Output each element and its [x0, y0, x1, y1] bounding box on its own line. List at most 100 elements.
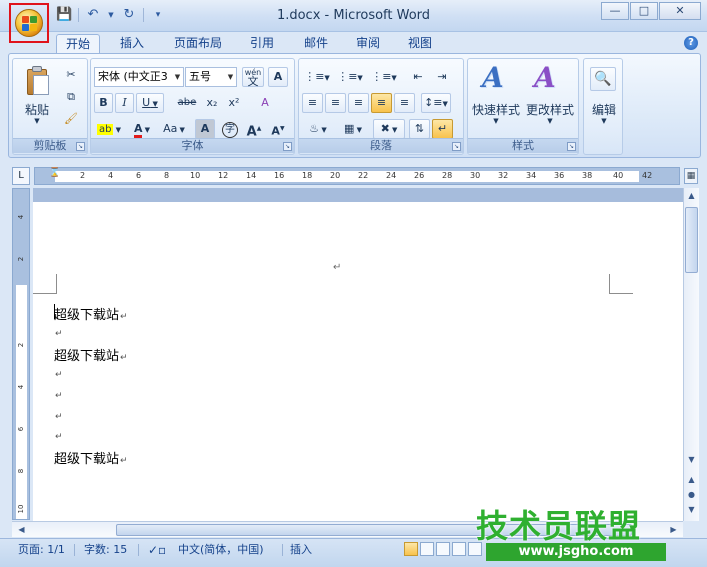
justify-button[interactable]: ≡: [371, 93, 392, 113]
character-shading-button[interactable]: A: [195, 119, 215, 139]
text-highlight-button[interactable]: ab ▼: [94, 119, 124, 139]
show-hide-marks-button[interactable]: ↵: [432, 119, 453, 139]
font-color-button[interactable]: A ▼: [127, 119, 157, 139]
tab-references[interactable]: 引用: [240, 34, 284, 55]
strikethrough-button[interactable]: abe: [174, 93, 200, 113]
font-launcher-icon[interactable]: ↘: [283, 142, 292, 151]
align-right-button[interactable]: ≡: [348, 93, 369, 113]
superscript-button[interactable]: x²: [224, 93, 244, 113]
select-browse-object-icon[interactable]: ●: [684, 487, 699, 503]
font-size-combo[interactable]: 五号 ▼: [185, 67, 237, 87]
paste-icon[interactable]: [25, 65, 51, 97]
horizontal-ruler[interactable]: ⌛ 2 4 6 8 10 12 14 16 18 20 22 24 26 28 …: [34, 167, 680, 185]
scroll-left-icon[interactable]: ◀: [14, 522, 29, 538]
scroll-up-icon[interactable]: ▲: [684, 188, 699, 204]
previous-page-icon[interactable]: ▲: [684, 472, 699, 488]
ruler-number: 18: [302, 171, 313, 180]
scroll-down-icon[interactable]: ▼: [684, 452, 699, 468]
increase-indent-button[interactable]: ⇥: [431, 67, 453, 87]
outline-view-icon[interactable]: [452, 542, 466, 556]
character-border-button[interactable]: A: [268, 67, 288, 87]
editing-dropdown-icon[interactable]: ▼: [584, 117, 624, 125]
format-painter-icon[interactable]: 🖌: [61, 109, 81, 129]
change-case-button[interactable]: Aa ▼: [159, 119, 189, 139]
styles-launcher-icon[interactable]: ↘: [567, 142, 576, 151]
paste-button[interactable]: 粘贴: [19, 101, 55, 118]
font-name-combo[interactable]: 宋体 (中文正3 ▼: [94, 67, 184, 87]
cut-icon[interactable]: ✂: [61, 65, 81, 85]
tab-mailings[interactable]: 邮件: [294, 34, 338, 55]
copy-icon[interactable]: ⧉: [61, 87, 81, 107]
tab-view[interactable]: 视图: [398, 34, 442, 55]
language-indicator[interactable]: 中文(简体，中国): [174, 542, 268, 558]
bold-button[interactable]: B: [94, 93, 113, 113]
tab-page-layout[interactable]: 页面布局: [168, 34, 228, 55]
editing-button[interactable]: 编辑: [584, 101, 624, 118]
document-area[interactable]: ↵ 超级下载站↵ ↵ 超级下载站↵ ↵ ↵ ↵ ↵ 超级下载站↵: [33, 188, 683, 521]
multilevel-list-button[interactable]: ⋮≡▼: [369, 67, 399, 87]
clear-formatting-button[interactable]: A: [254, 93, 276, 113]
subscript-button[interactable]: x₂: [202, 93, 222, 113]
document-paragraph[interactable]: 超级下载站↵: [54, 304, 128, 323]
tab-selector[interactable]: L: [12, 167, 30, 185]
tab-review[interactable]: 审阅: [346, 34, 390, 55]
document-paragraph[interactable]: 超级下载站↵: [54, 345, 128, 364]
vertical-scrollbar[interactable]: ▲ ▼ ▲ ● ▼: [683, 188, 699, 521]
borders-button[interactable]: ▦ ▼: [337, 119, 369, 139]
print-layout-view-icon[interactable]: [404, 542, 418, 556]
change-styles-button[interactable]: 更改样式: [522, 101, 578, 118]
document-paragraph[interactable]: ↵: [54, 408, 63, 423]
view-ruler-icon[interactable]: ▦: [684, 168, 698, 184]
insert-mode-indicator[interactable]: 插入: [286, 542, 316, 558]
quick-styles-dropdown-icon[interactable]: ▼: [468, 117, 524, 125]
document-paragraph[interactable]: ↵: [54, 325, 63, 340]
page-count[interactable]: 页面: 1/1: [14, 542, 69, 558]
next-page-icon[interactable]: ▼: [684, 502, 699, 518]
paragraph-launcher-icon[interactable]: ↘: [452, 142, 461, 151]
ruler-text-area: [55, 171, 639, 182]
maximize-button[interactable]: □: [630, 2, 658, 20]
grow-font-button[interactable]: A▲: [243, 119, 265, 139]
asian-layout-button[interactable]: ✖ ▼: [373, 119, 405, 139]
phonetic-guide-button[interactable]: wén 文: [242, 67, 264, 87]
quick-styles-button[interactable]: 快速样式: [468, 101, 524, 118]
help-icon[interactable]: ?: [684, 36, 698, 50]
clipboard-launcher-icon[interactable]: ↘: [76, 142, 85, 151]
tab-home[interactable]: 开始: [56, 34, 100, 55]
full-screen-reading-view-icon[interactable]: [420, 542, 434, 556]
minimize-button[interactable]: —: [601, 2, 629, 20]
paragraph-mark: ↵: [55, 370, 63, 380]
enclose-characters-button[interactable]: 字: [219, 119, 241, 139]
bullets-button[interactable]: ⋮≡▼: [302, 67, 332, 87]
document-paragraph[interactable]: 超级下载站↵: [54, 448, 128, 467]
line-spacing-button[interactable]: ↕≡▼: [421, 93, 451, 113]
italic-button[interactable]: I: [115, 93, 134, 113]
binoculars-icon[interactable]: 🔍: [590, 67, 616, 91]
web-layout-view-icon[interactable]: [436, 542, 450, 556]
vertical-scroll-thumb[interactable]: [685, 207, 698, 273]
office-button[interactable]: [9, 3, 49, 43]
sort-button[interactable]: ⇅: [409, 119, 430, 139]
shrink-font-button[interactable]: A▼: [267, 119, 289, 139]
tab-insert[interactable]: 插入: [110, 34, 154, 55]
change-styles-dropdown-icon[interactable]: ▼: [522, 117, 578, 125]
align-left-button[interactable]: ≡: [302, 93, 323, 113]
document-paragraph[interactable]: ↵: [54, 366, 63, 381]
indent-marker-icon[interactable]: ⌛: [49, 168, 60, 178]
paragraph-mark: ↵: [120, 456, 128, 466]
distributed-button[interactable]: ≡: [394, 93, 415, 113]
document-paragraph[interactable]: ↵: [54, 387, 63, 402]
close-button[interactable]: ✕: [659, 2, 701, 20]
scroll-right-icon[interactable]: ▶: [666, 522, 681, 538]
document-paragraph[interactable]: ↵: [54, 428, 63, 443]
align-center-button[interactable]: ≡: [325, 93, 346, 113]
paste-dropdown-icon[interactable]: ▼: [19, 117, 55, 125]
underline-button[interactable]: U ▼: [136, 93, 164, 113]
numbering-button[interactable]: ⋮≡▼: [335, 67, 365, 87]
word-count[interactable]: 字数: 15: [80, 542, 131, 558]
shading-button[interactable]: ♨ ▼: [302, 119, 334, 139]
decrease-indent-button[interactable]: ⇤: [407, 67, 429, 87]
document-page[interactable]: ↵ 超级下载站↵ ↵ 超级下载站↵ ↵ ↵ ↵ ↵ 超级下载站↵: [33, 202, 683, 521]
proofing-icon[interactable]: ✓▫: [144, 542, 170, 558]
vertical-ruler[interactable]: 4 2 2 4 6 8 10: [12, 188, 30, 520]
